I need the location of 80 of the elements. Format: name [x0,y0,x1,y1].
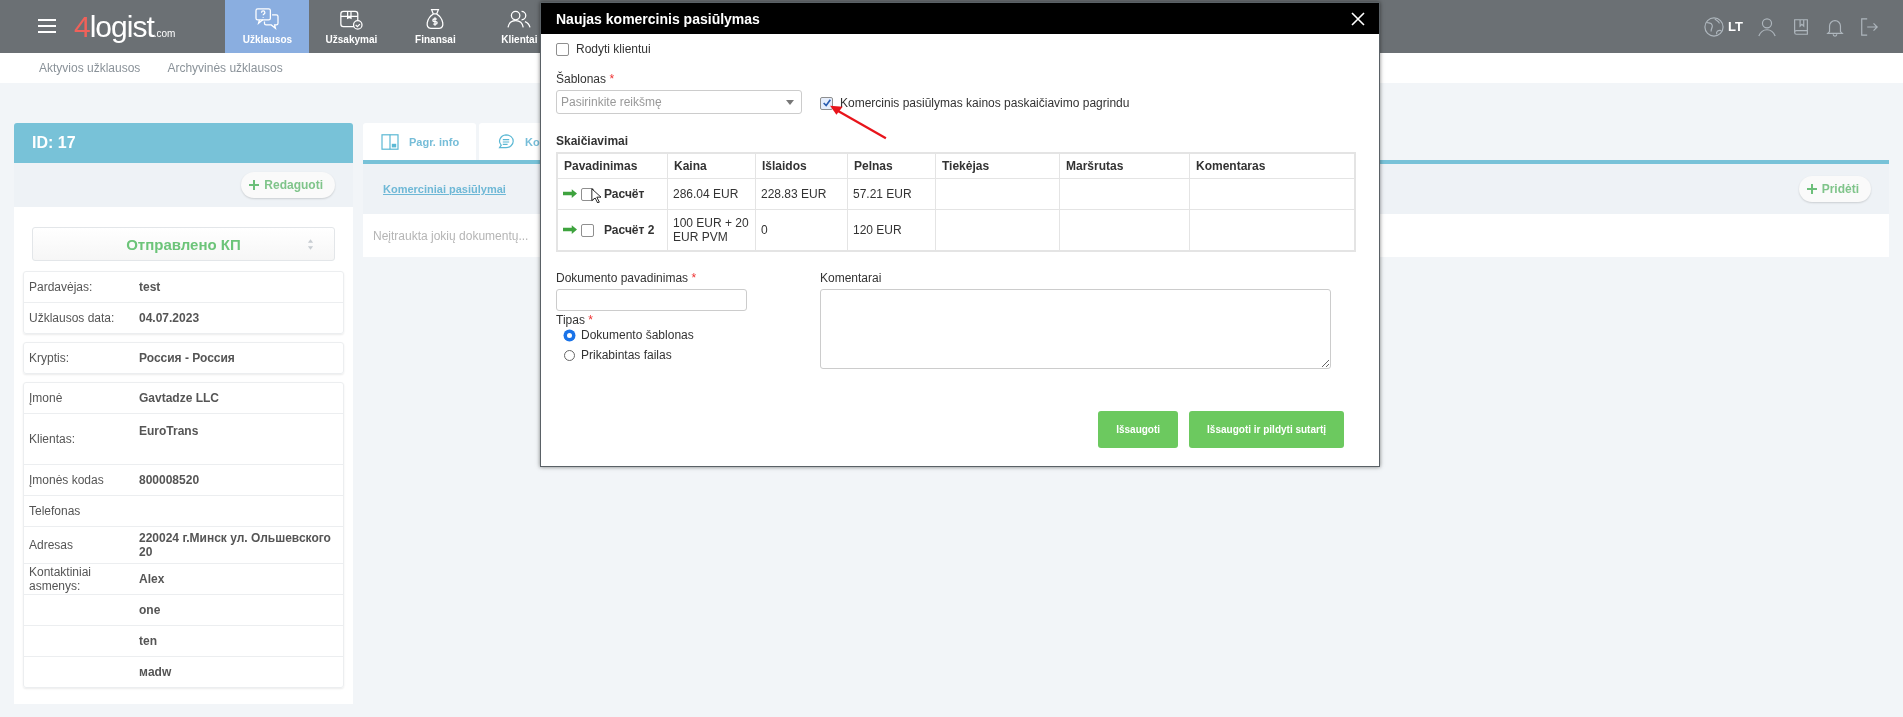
save-button[interactable]: Išsaugoti [1098,411,1179,448]
field-value: 800008520 [139,472,200,489]
caret-icon [786,99,794,105]
nav-tab[interactable]: Finansai [393,0,478,53]
subnav-link[interactable]: Archyvinės užklausos [167,61,283,75]
save-button[interactable]: Išsaugoti ir pildyti sutartį [1189,411,1344,448]
field-label: Įmonės kodas [29,473,105,487]
status-select[interactable]: Отправлено КП [32,227,335,261]
empty-message: Neįtraukta jokių dokumentų... [373,228,529,243]
field-label: Kryptis: [29,351,70,365]
tab[interactable]: Pagr. info [363,123,476,160]
radio-label: Prikabintas failas [581,348,672,362]
field-label: Komentarai [820,271,883,285]
edit-button[interactable]: Redaguoti [241,172,335,198]
checkbox[interactable] [581,224,594,238]
modal-title: Naujas komercinis pasiūlymas [556,10,760,27]
people-icon [507,8,532,30]
field-value: test [139,279,161,296]
logo[interactable]: 4logist.com [74,9,176,44]
field-label: Dokumento pavadinimas * [556,271,698,285]
field-value: 04.07.2023 [139,310,200,327]
globe-icon[interactable] [1704,16,1725,37]
column-header: Maršrutas [1059,153,1190,179]
template-select[interactable]: Pasirinkite reikšmę [556,90,802,114]
field-label: Šablonas * [556,72,616,86]
commercial-offers-link[interactable]: Komerciniai pasiūlymai [383,183,506,195]
chat-icon [497,133,515,150]
sort-arrows-icon [307,237,314,251]
field-label: Adresas [29,538,75,552]
field-value: Gavtadze LLC [139,390,219,407]
menu-icon[interactable] [38,19,56,33]
column-header: Išlaidos [755,153,848,179]
field-label: Tipas * [556,313,594,327]
document-name-field[interactable] [556,289,747,311]
table-cell: 286.04 EUR [667,178,756,210]
field-value: Россия - Россия [139,350,235,367]
field-label: Įmonė [29,391,64,405]
field-value: Alex [139,571,165,588]
checkbox[interactable] [556,42,569,56]
field-label: Pardavėjas: [29,280,94,294]
checkbox[interactable] [820,96,833,110]
field-label: Telefonas [29,504,82,518]
table-cell: 57.21 EUR [847,178,936,210]
arrow-icon[interactable] [563,224,577,234]
plus-icon [249,180,260,190]
table-cell: 228.83 EUR [755,178,848,210]
request-id-header: ID: 17 [14,123,353,163]
field-label: Kontaktiniai asmenys: [29,565,93,593]
column-header: Tiekėjas [935,153,1060,179]
arrow-icon[interactable] [563,188,577,198]
checkbox-label: Komercinis pasiūlymas kainos paskaičiavimo pagrindu [840,96,1130,110]
field-value: ten [139,633,157,650]
field-value: EuroTrans [139,423,199,440]
logout-icon[interactable] [1859,16,1879,37]
checkbox-label: Rodyti klientui [576,42,651,56]
name-cell: Расчёт [557,178,668,210]
field-value: one [139,602,161,619]
radio-button[interactable] [564,329,575,341]
column-header: Pavadinimas [557,153,668,179]
subnav-link[interactable]: Aktyvios užklausos [39,61,141,75]
language-label[interactable]: LT [1728,19,1743,34]
field-value: мadw [139,664,172,681]
package-icon [339,8,364,30]
close-icon[interactable] [1351,11,1365,26]
radio-label: Dokumento šablonas [581,328,694,342]
field-label: Klientas: [29,432,77,446]
column-header: Pelnas [847,153,936,179]
field-value: 220024 г.Минск ул. Ольшевского 20 [139,530,332,561]
cursor-icon [591,188,601,203]
plus-icon [1806,184,1817,194]
nav-tab[interactable]: Užklausos [225,0,310,53]
layout-icon [381,133,399,150]
book-icon[interactable] [1791,16,1811,37]
column-header: Kaina [667,153,756,179]
chat-icon [255,8,280,30]
add-button[interactable]: Pridėti [1798,176,1871,202]
nav-tab[interactable]: Užsakymai [309,0,394,53]
user-icon[interactable] [1757,16,1777,37]
field-label: Užklausos data: [29,311,116,325]
comments-field[interactable] [820,289,1331,369]
